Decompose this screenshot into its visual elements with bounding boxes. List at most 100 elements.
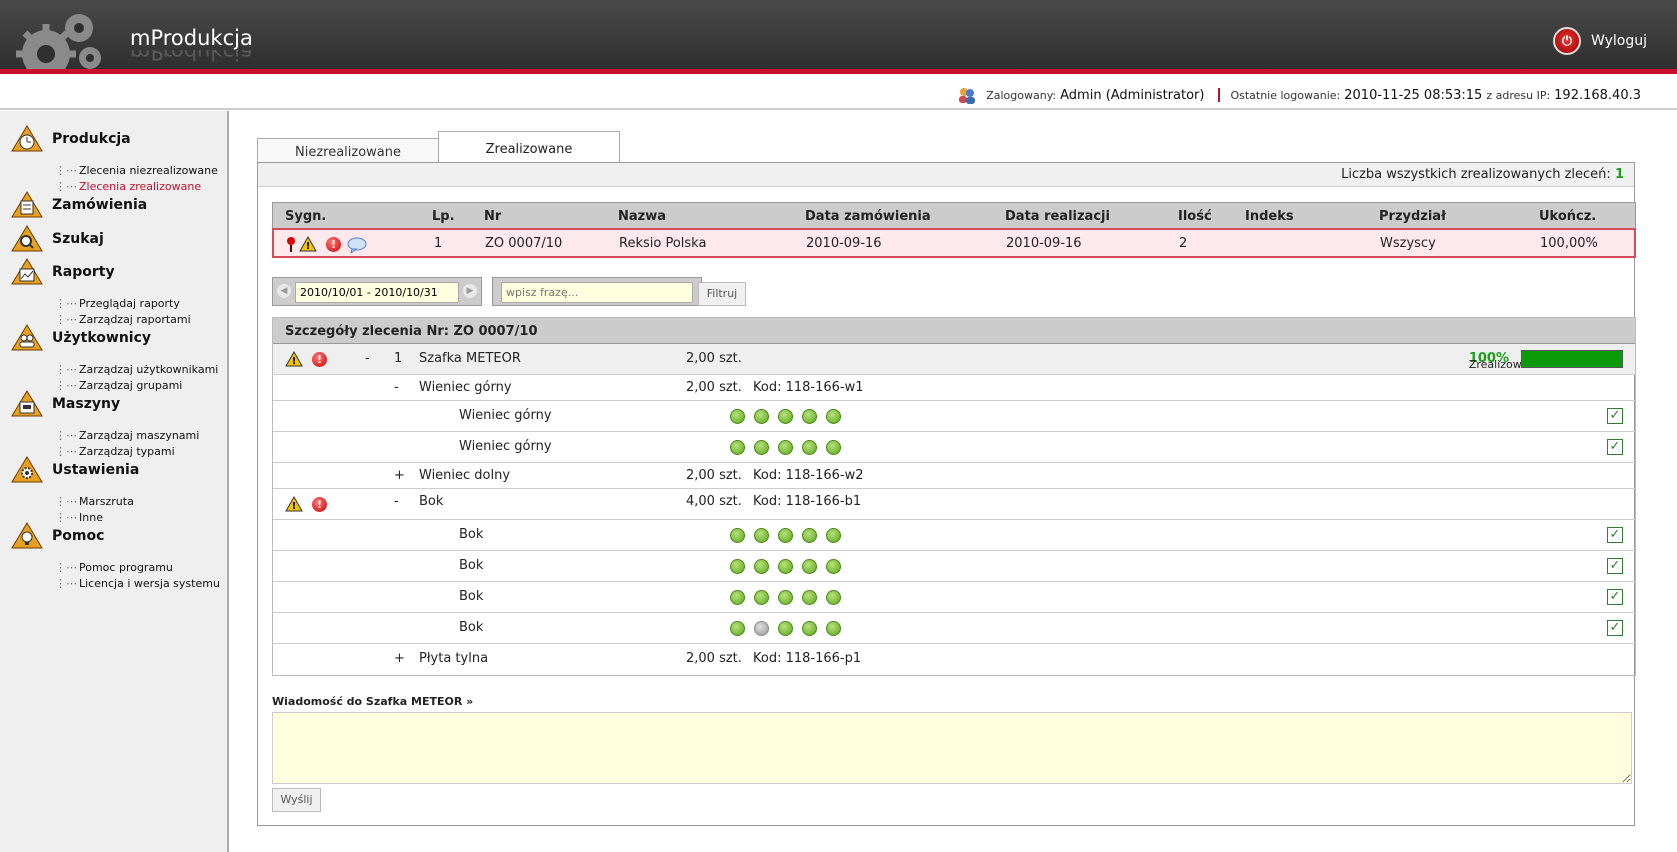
sidebar-section-label: Produkcja [52,131,131,147]
status-dot [730,409,745,424]
prev-arrow-icon[interactable]: ◀ [277,284,291,298]
document-icon [11,191,43,218]
app-title-reflection: mProdukcja [130,50,253,64]
col-przydzial[interactable]: Przydział [1379,209,1446,224]
sidebar-section-label: Pomoc [52,528,105,544]
details-row-component: + Wieniec dolny 2,00 szt. Kod: 118-166-w… [273,463,1635,489]
status-dot [730,440,745,455]
sidebar-section-zamowienia[interactable]: Zamówienia [10,190,147,220]
component-name: Wieniec górny [419,380,512,395]
component-qty: 2,00 szt. [686,380,742,395]
message-label[interactable]: Wiadomość do Szafka METEOR » [272,695,473,708]
status-dot [754,559,769,574]
status-dot [826,440,841,455]
col-ukoncz[interactable]: Ukończ. [1539,209,1596,224]
sidebar-section-maszyny[interactable]: Maszyny [10,389,120,419]
separator [1218,88,1221,102]
main-qty: 2,00 szt. [686,351,742,366]
status-dot [778,528,793,543]
status-dot-inactive [754,621,769,636]
done-checkbox[interactable]: ✓ [1607,558,1623,574]
gear-icon [11,456,43,483]
users-icon [11,324,43,351]
details-row-component: + Płyta tylna 2,00 szt. Kod: 118-166-p1 [273,644,1635,675]
realized-info: Zrealizowano: 100% [1468,351,1546,371]
status-dot [826,409,841,424]
main-lp: 1 [394,351,403,366]
sidebar-item-zarzadzaj-maszynami[interactable]: ⋮⋯ Zarządzaj maszynami [55,429,199,442]
toggle-expand[interactable]: + [394,651,405,666]
count-bar: Liczba wszystkich zrealizowanych zleceń:… [258,163,1634,187]
col-sygn[interactable]: Sygn. [285,209,326,224]
order-details: Szczegóły zlecenia Nr: ZO 0007/10 ! ! - … [272,317,1636,676]
warning-icon: ! [299,236,317,252]
status-dot [802,621,817,636]
sidebar-item-marszruta[interactable]: ⋮⋯ Marszruta [55,495,134,508]
done-checkbox[interactable]: ✓ [1607,439,1623,455]
status-dot [730,559,745,574]
details-row-item: Wieniec górny ✓ [273,401,1635,432]
next-arrow-icon[interactable]: ▶ [463,284,477,298]
error-icon: ! [312,352,327,367]
done-checkbox[interactable]: ✓ [1607,620,1623,636]
status-dots [730,528,850,543]
app-title: mProdukcja [130,26,253,50]
done-checkbox[interactable]: ✓ [1607,408,1623,424]
message-textarea[interactable] [272,712,1632,784]
sidebar-item-przegladaj-raporty[interactable]: ⋮⋯ Przeglądaj raporty [55,297,180,310]
date-range-picker: ◀ ▶ [272,277,482,306]
sidebar-section-label: Ustawienia [52,462,140,478]
sidebar-section-ustawienia[interactable]: Ustawienia [10,455,139,485]
done-checkbox[interactable]: ✓ [1607,589,1623,605]
status-dot [754,590,769,605]
sidebar-section-label: Użytkownicy [52,330,152,346]
svg-text:!: ! [292,356,297,367]
col-ilosc[interactable]: Ilość [1178,209,1212,224]
sidebar-item-licencja[interactable]: ⋮⋯ Licencja i wersja systemu [55,577,220,590]
sidebar-section-pomoc[interactable]: Pomoc [10,521,104,551]
tab-zrealizowane[interactable]: Zrealizowane [438,131,620,166]
sidebar-section-produkcja[interactable]: Produkcja [10,124,131,154]
phrase-search [492,277,702,306]
sidebar-item-zarzadzaj-uzytkownikami[interactable]: ⋮⋯ Zarządzaj użytkownikami [55,363,218,376]
toggle-collapse[interactable]: - [394,380,399,395]
phrase-input[interactable] [501,282,693,303]
col-nr[interactable]: Nr [484,209,501,224]
sidebar-section-szukaj[interactable]: Szukaj [10,224,104,254]
logout-button[interactable]: ⏻ Wyloguj [1553,27,1647,55]
col-nazwa[interactable]: Nazwa [618,209,666,224]
svg-text:!: ! [292,501,297,512]
col-indeks[interactable]: Indeks [1245,209,1294,224]
sidebar-item-pomoc-programu[interactable]: ⋮⋯ Pomoc programu [55,561,173,574]
status-dot [802,409,817,424]
status-dot [826,559,841,574]
orders-table: Sygn. Lp. Nr Nazwa Data zamówienia Data … [272,202,1636,258]
sidebar-section-raporty[interactable]: Raporty [10,257,115,287]
done-checkbox[interactable]: ✓ [1607,527,1623,543]
col-lp[interactable]: Lp. [432,209,455,224]
component-name: Bok [419,494,444,509]
toggle-expand[interactable]: + [394,468,405,483]
date-range-input[interactable] [295,282,459,303]
cell-nazwa: Reksio Polska [619,236,707,251]
details-row-item: Bok ✓ [273,582,1635,613]
col-data-zamowienia[interactable]: Data zamówienia [805,209,931,224]
filter-button[interactable]: Filtruj [698,282,746,306]
comment-icon[interactable] [347,237,367,253]
chart-icon [11,258,43,285]
details-row-item: Bok ✓ [273,520,1635,551]
sidebar-section-uzytkownicy[interactable]: Użytkownicy [10,323,151,353]
warning-icon: ! [285,351,303,367]
table-row[interactable]: ! ! 1 ZO 0007/10 Reksio Polska 2010-09-1… [272,228,1636,258]
col-data-realizacji[interactable]: Data realizacji [1005,209,1110,224]
status-dot [826,590,841,605]
sidebar-item-zlecenia-niezrealizowane[interactable]: ⋮⋯ Zlecenia niezrealizowane [55,164,218,177]
last-login-label: Ostatnie logowanie: [1230,88,1341,102]
send-button[interactable]: Wyślij [272,788,321,812]
status-dot [730,621,745,636]
count-value: 1 [1614,167,1624,182]
cell-nr: ZO 0007/10 [485,236,563,251]
toggle-collapse[interactable]: - [394,494,399,509]
toggle-collapse[interactable]: - [365,351,370,366]
orders-table-header: Sygn. Lp. Nr Nazwa Data zamówienia Data … [272,202,1636,229]
